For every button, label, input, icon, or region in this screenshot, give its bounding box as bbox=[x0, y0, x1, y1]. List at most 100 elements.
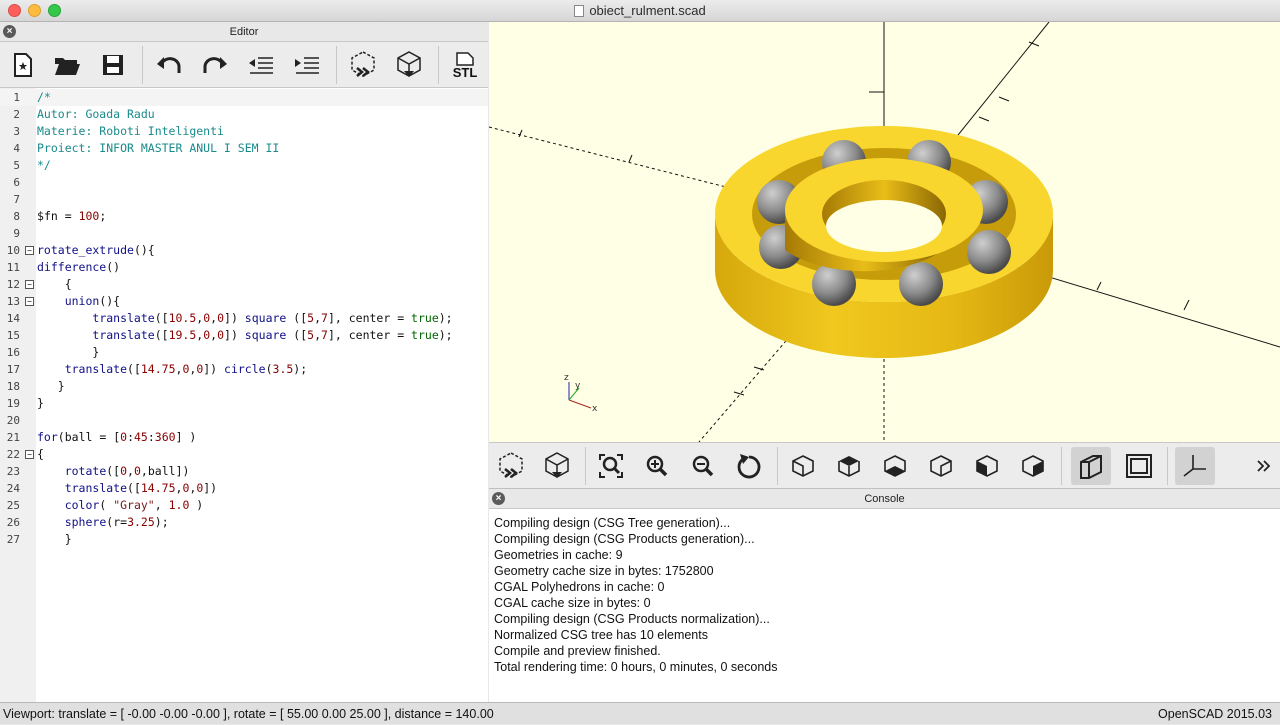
code-text: } bbox=[37, 396, 44, 410]
line-number: 14 bbox=[6, 312, 20, 325]
code-line[interactable]: 6 bbox=[0, 174, 488, 191]
code-line[interactable]: 4 Proiect: INFOR MASTER ANUL I SEM II bbox=[0, 140, 488, 157]
code-line[interactable]: 18 } bbox=[0, 378, 488, 395]
code-text: } bbox=[37, 379, 65, 393]
code-text: rotate([0,0,ball]) bbox=[64, 464, 190, 478]
code-line[interactable]: 25 color( "Gray", 1.0 ) bbox=[0, 497, 488, 514]
editor-header-title: Editor bbox=[229, 26, 259, 38]
show-axes-icon[interactable] bbox=[1175, 447, 1215, 485]
console-header: × Console bbox=[489, 489, 1280, 509]
undo-icon[interactable] bbox=[152, 48, 186, 82]
code-line[interactable]: 22−{ bbox=[0, 446, 488, 463]
new-file-icon[interactable] bbox=[6, 48, 40, 82]
fold-toggle-icon[interactable]: − bbox=[25, 297, 34, 306]
code-text: translate([19.5,0,0]) square ([5,7], cen… bbox=[92, 328, 453, 342]
title-bar: obiect_rulment.scad bbox=[0, 0, 1280, 22]
fold-toggle-icon[interactable]: − bbox=[25, 246, 34, 255]
toolbar-separator bbox=[777, 447, 778, 485]
code-line[interactable]: 2 Autor: Goada Radu bbox=[0, 106, 488, 123]
code-text: { bbox=[37, 447, 44, 461]
code-line[interactable]: 9 bbox=[0, 225, 488, 242]
preview-icon[interactable] bbox=[346, 48, 380, 82]
line-number: 24 bbox=[6, 482, 20, 495]
code-line[interactable]: 7 bbox=[0, 191, 488, 208]
view-toolbar bbox=[489, 442, 1280, 488]
code-line[interactable]: 14 translate([10.5,0,0]) square ([5,7], … bbox=[0, 310, 488, 327]
line-number: 19 bbox=[6, 397, 20, 410]
line-number: 12 bbox=[6, 278, 20, 291]
render-icon[interactable] bbox=[537, 447, 577, 485]
code-line[interactable]: 26 sphere(r=3.25); bbox=[0, 514, 488, 531]
view-left-icon[interactable] bbox=[921, 447, 961, 485]
more-icon[interactable] bbox=[1249, 447, 1279, 485]
3d-viewport[interactable]: z x y bbox=[489, 22, 1280, 442]
view-front-icon[interactable] bbox=[967, 447, 1007, 485]
code-line[interactable]: 10− rotate_extrude(){ bbox=[0, 242, 488, 259]
code-line[interactable]: 8 $fn = 100; bbox=[0, 208, 488, 225]
viewport-status: Viewport: translate = [ -0.00 -0.00 -0.0… bbox=[3, 707, 494, 721]
code-line[interactable]: 12− { bbox=[0, 276, 488, 293]
console-line: Compiling design (CSG Products normaliza… bbox=[494, 612, 770, 626]
zoom-in-icon[interactable] bbox=[637, 447, 677, 485]
fold-toggle-icon[interactable]: − bbox=[25, 280, 34, 289]
line-number: 9 bbox=[13, 227, 20, 240]
code-line[interactable]: 17 translate([14.75,0,0]) circle(3.5); bbox=[0, 361, 488, 378]
zoom-all-icon[interactable] bbox=[591, 447, 631, 485]
preview-icon[interactable] bbox=[491, 447, 531, 485]
status-bar: Viewport: translate = [ -0.00 -0.00 -0.0… bbox=[0, 702, 1280, 724]
code-text: translate([14.75,0,0]) circle(3.5); bbox=[64, 362, 308, 376]
line-number: 5 bbox=[13, 159, 20, 172]
code-line[interactable]: 23 rotate([0,0,ball]) bbox=[0, 463, 488, 480]
editor-header: × Editor bbox=[0, 22, 488, 42]
code-text: difference() bbox=[37, 260, 121, 274]
code-line[interactable]: 16 } bbox=[0, 344, 488, 361]
render-icon[interactable] bbox=[392, 48, 426, 82]
code-editor[interactable]: 1 /* 2 Autor: Goada Radu 3 Materie: Roboti In… bbox=[0, 88, 488, 702]
code-line[interactable]: 5 */ bbox=[0, 157, 488, 174]
axis-x-label: x bbox=[592, 404, 598, 414]
redo-icon[interactable] bbox=[198, 48, 232, 82]
code-line[interactable]: 13− union(){ bbox=[0, 293, 488, 310]
view-bottom-icon[interactable] bbox=[875, 447, 915, 485]
line-number: 22 bbox=[6, 448, 20, 461]
toolbar-separator bbox=[1061, 447, 1062, 485]
line-number: 8 bbox=[13, 210, 20, 223]
code-line[interactable]: 20 bbox=[0, 412, 488, 429]
reset-view-icon[interactable] bbox=[729, 447, 769, 485]
code-line[interactable]: 24 translate([14.75,0,0]) bbox=[0, 480, 488, 497]
console-line: Compile and preview finished. bbox=[494, 644, 661, 658]
save-icon[interactable] bbox=[96, 48, 130, 82]
line-number: 7 bbox=[13, 193, 20, 206]
orthogonal-icon[interactable] bbox=[1119, 447, 1159, 485]
view-back-icon[interactable] bbox=[1013, 447, 1053, 485]
unindent-icon[interactable] bbox=[244, 48, 278, 82]
code-line[interactable]: 3 Materie: Roboti Inteligenti bbox=[0, 123, 488, 140]
close-console-icon[interactable]: × bbox=[492, 492, 505, 505]
fold-toggle-icon[interactable]: − bbox=[25, 450, 34, 459]
view-right-icon[interactable] bbox=[783, 447, 823, 485]
zoom-out-icon[interactable] bbox=[683, 447, 723, 485]
line-number: 6 bbox=[13, 176, 20, 189]
export-stl-icon[interactable]: STL bbox=[448, 48, 482, 82]
editor-toolbar: STL bbox=[0, 42, 488, 88]
code-text: Materie: Roboti Inteligenti bbox=[37, 124, 224, 138]
open-folder-icon[interactable] bbox=[50, 48, 84, 82]
indent-icon[interactable] bbox=[290, 48, 324, 82]
perspective-icon[interactable] bbox=[1071, 447, 1111, 485]
line-number: 1 bbox=[13, 91, 20, 104]
console-output: Compiling design (CSG Tree generation)..… bbox=[494, 515, 777, 675]
console-panel: × Console Compiling design (CSG Tree gen… bbox=[489, 488, 1280, 702]
line-number: 18 bbox=[6, 380, 20, 393]
console-line: Geometries in cache: 9 bbox=[494, 548, 623, 562]
code-line[interactable]: 15 translate([19.5,0,0]) square ([5,7], … bbox=[0, 327, 488, 344]
code-text: } bbox=[37, 532, 72, 546]
close-editor-icon[interactable]: × bbox=[3, 25, 16, 38]
code-line[interactable]: 11 difference() bbox=[0, 259, 488, 276]
line-number: 13 bbox=[6, 295, 20, 308]
code-line[interactable]: 27 } bbox=[0, 531, 488, 548]
console-line: Normalized CSG tree has 10 elements bbox=[494, 628, 708, 642]
code-line[interactable]: 19} bbox=[0, 395, 488, 412]
code-line[interactable]: 21 for(ball = [0:45:360] ) bbox=[0, 429, 488, 446]
code-line[interactable]: 1 /* bbox=[0, 89, 488, 106]
view-top-icon[interactable] bbox=[829, 447, 869, 485]
